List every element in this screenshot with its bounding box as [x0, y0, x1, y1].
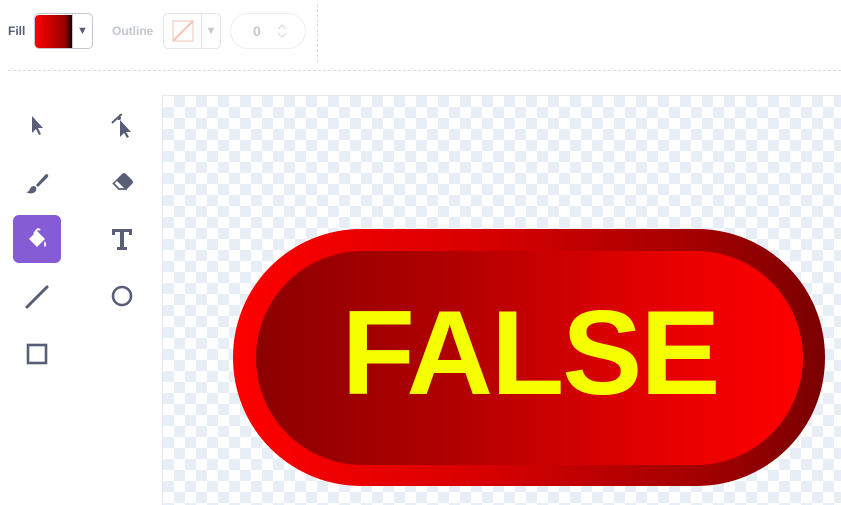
line-icon	[25, 285, 49, 309]
outline-color-picker[interactable]: ▼	[163, 13, 221, 49]
stepper-icon[interactable]	[276, 23, 288, 39]
chevron-down-icon[interactable]: ▼	[202, 14, 220, 48]
stroke-width-value: 0	[253, 23, 261, 39]
stroke-width-input[interactable]: 0	[230, 13, 306, 49]
fill-tool[interactable]	[13, 215, 61, 263]
select-tool[interactable]	[13, 101, 61, 149]
text-icon	[112, 229, 132, 250]
fill-label: Fill	[8, 24, 26, 38]
false-button-artwork[interactable]: FALSE	[163, 96, 841, 505]
outline-swatch[interactable]	[164, 14, 202, 48]
reshape-icon	[111, 113, 131, 138]
fill-gradient-preview	[35, 14, 72, 48]
arrow-icon	[32, 116, 43, 135]
eraser-icon	[112, 173, 133, 190]
toolbar-separator	[8, 70, 841, 71]
circle-tool[interactable]	[98, 272, 146, 320]
rectangle-icon	[26, 343, 48, 365]
button-text: FALSE	[342, 286, 719, 420]
brush-icon	[26, 174, 49, 194]
paint-canvas[interactable]: FALSE	[162, 95, 841, 505]
toolbar-divider	[317, 4, 318, 62]
line-tool[interactable]	[13, 272, 61, 320]
fill-swatch[interactable]	[35, 14, 73, 48]
paint-bucket-icon	[29, 228, 46, 247]
brush-tool[interactable]	[13, 158, 61, 206]
eraser-tool[interactable]	[98, 158, 146, 206]
fill-color-picker[interactable]: ▼	[34, 13, 93, 49]
chevron-down-icon[interactable]: ▼	[73, 14, 92, 48]
reshape-tool[interactable]	[98, 101, 146, 149]
rectangle-tool[interactable]	[13, 329, 61, 377]
circle-icon	[111, 285, 133, 307]
outline-label: Outline	[112, 24, 154, 38]
no-color-icon	[171, 20, 194, 42]
text-tool[interactable]	[98, 215, 146, 263]
paint-toolbar: Fill ▼ Outline ▼ 0	[0, 0, 841, 70]
